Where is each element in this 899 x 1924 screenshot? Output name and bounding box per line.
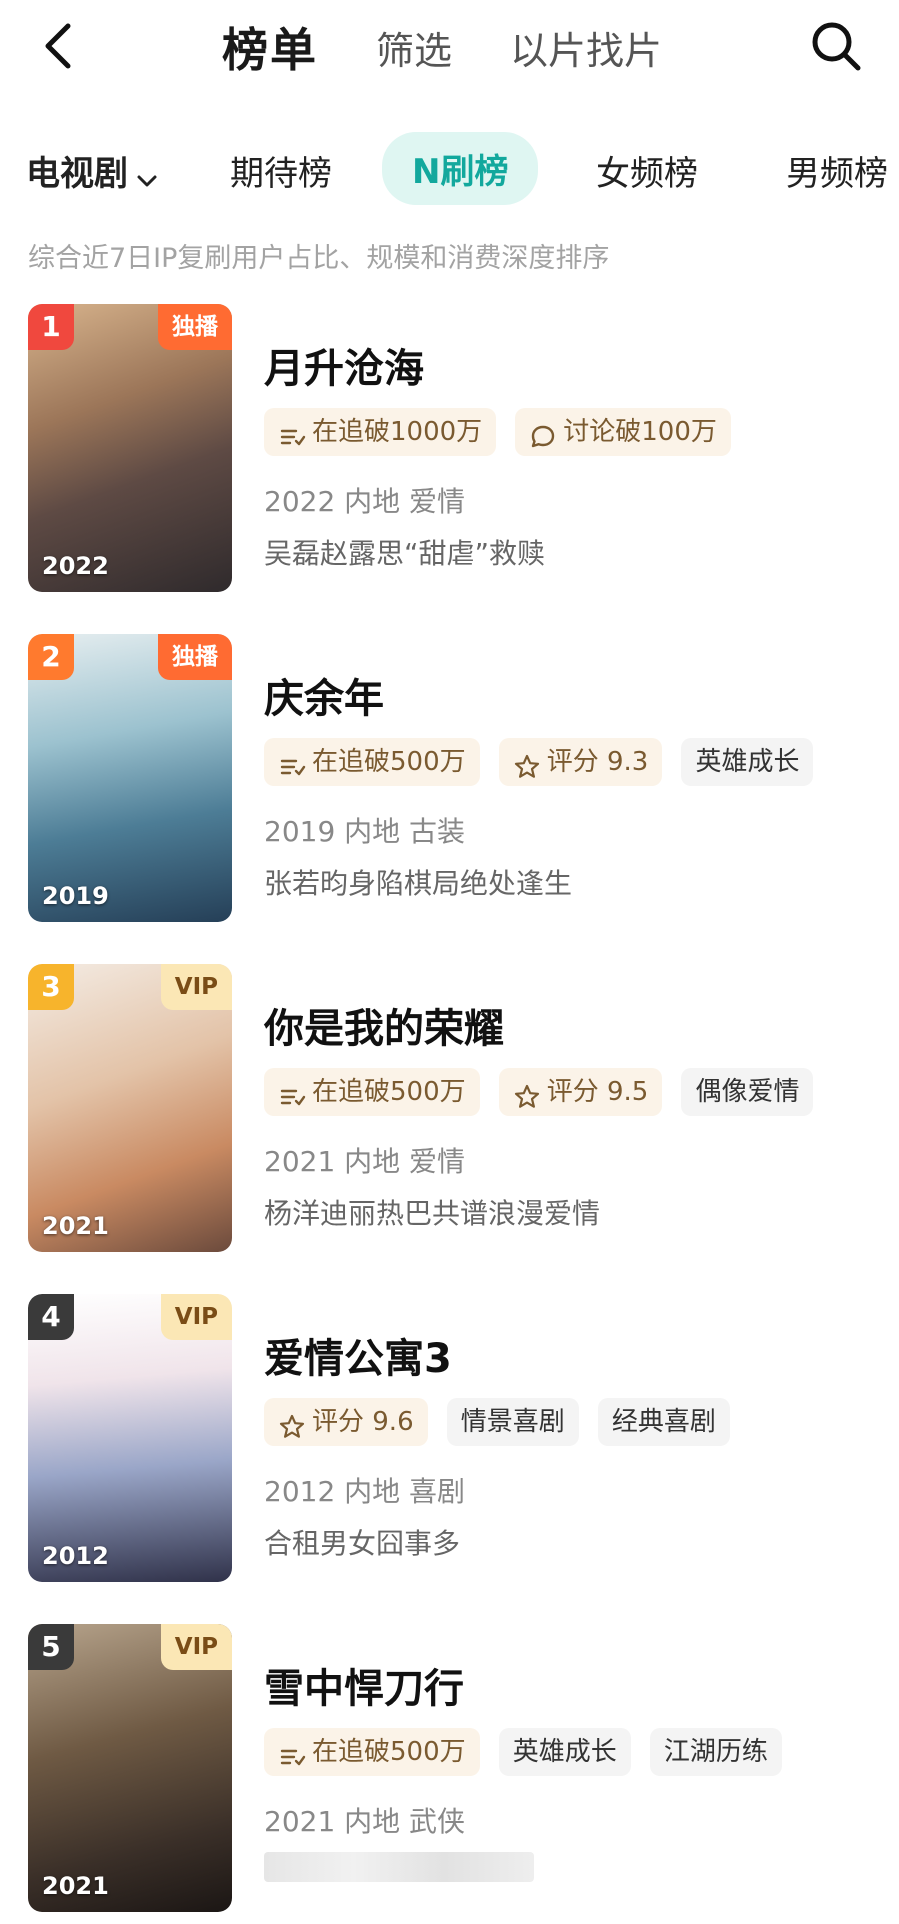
show-blurb: 杨洋迪丽热巴共谱浪漫爱情 [264, 1197, 601, 1230]
star-icon [278, 1409, 306, 1438]
page-title: 榜单 [222, 23, 318, 77]
tag-row: 在追破500万 英雄成长 江湖历练 [264, 1728, 796, 1780]
follow-list-icon [278, 749, 306, 777]
show-title[interactable]: 爱情公寓3 [264, 1326, 452, 1384]
poster[interactable]: 5 VIP 2021 [28, 1624, 232, 1912]
tag-row: 在追破500万 评分 9.5 偶像爱情 [264, 1068, 827, 1120]
search-icon[interactable] [808, 18, 864, 74]
show-meta: 2021 内地 爱情 [264, 1145, 466, 1178]
show-meta: 2019 内地 古装 [264, 815, 466, 848]
blurred-text [264, 1852, 534, 1882]
poster[interactable]: 4 VIP 2012 [28, 1294, 232, 1582]
exclusive-badge: 独播 [158, 634, 232, 680]
follow-list-icon [278, 1079, 306, 1107]
poster[interactable]: 3 VIP 2021 [28, 964, 232, 1252]
tag: 英雄成长 [498, 1728, 631, 1776]
list-item[interactable]: 1 独播 2022 月升沧海 在追破1000万 讨论破100万 2022 内地 … [0, 304, 899, 604]
category-dropdown[interactable]: 电视剧 [26, 146, 160, 195]
find-by-clip-link[interactable]: 以片找片 [510, 20, 662, 75]
show-blurb: 张若昀身陷棋局绝处逢生 [264, 867, 573, 900]
tab-female[interactable]: 女频榜 [596, 146, 698, 195]
show-meta: 2022 内地 爱情 [264, 485, 466, 518]
show-title[interactable]: 雪中悍刀行 [264, 1656, 464, 1714]
ranking-tabs: 电视剧 期待榜 N刷榜 女频榜 男频榜 [0, 120, 899, 216]
tag: 在追破500万 [264, 1728, 480, 1776]
list-item[interactable]: 5 VIP 2021 雪中悍刀行 在追破500万 英雄成长 江湖历练 2021 … [0, 1624, 899, 1924]
follow-list-icon [278, 419, 306, 447]
poster[interactable]: 2 独播 2019 [28, 634, 232, 922]
tag: 在追破500万 [264, 1068, 480, 1116]
tab-male[interactable]: 男频榜 [786, 146, 888, 195]
poster-year: 2021 [42, 1872, 109, 1900]
tag: 评分 9.5 [498, 1068, 663, 1116]
rank-badge: 3 [28, 964, 74, 1010]
category-label: 电视剧 [26, 154, 128, 194]
tag: 评分 9.6 [264, 1398, 428, 1446]
exclusive-badge: 独播 [158, 304, 232, 350]
tag: 英雄成长 [681, 738, 814, 786]
poster-year: 2021 [42, 1212, 109, 1240]
tag: 讨论破100万 [515, 408, 731, 456]
show-title[interactable]: 庆余年 [264, 666, 384, 724]
filter-link[interactable]: 筛选 [376, 20, 452, 75]
tag: 经典喜剧 [597, 1398, 730, 1446]
tag: 评分 9.3 [498, 738, 663, 786]
tag-row: 在追破1000万 讨论破100万 [264, 408, 745, 460]
comment-icon [529, 419, 557, 447]
follow-list-icon [278, 1739, 306, 1767]
tab-anticipated[interactable]: 期待榜 [230, 146, 332, 195]
list-item[interactable]: 2 独播 2019 庆余年 在追破500万 评分 9.3 英雄成长 2019 内… [0, 634, 899, 934]
show-title[interactable]: 月升沧海 [264, 336, 424, 394]
list-item[interactable]: 4 VIP 2012 爱情公寓3 评分 9.6 情景喜剧 经典喜剧 2012 内… [0, 1294, 899, 1594]
tag-row: 在追破500万 评分 9.3 英雄成长 [264, 738, 827, 790]
star-icon [513, 1079, 541, 1108]
tag-row: 评分 9.6 情景喜剧 经典喜剧 [264, 1398, 744, 1450]
top-bar: 榜单 筛选 以片找片 [0, 0, 899, 92]
list-item[interactable]: 3 VIP 2021 你是我的荣耀 在追破500万 评分 9.5 偶像爱情 20… [0, 964, 899, 1264]
show-blurb: 吴磊赵露思“甜虐”救赎 [264, 537, 546, 570]
show-blurb-blurred [264, 1852, 534, 1889]
tab-rewatch[interactable]: N刷榜 [382, 132, 539, 205]
tag: 江湖历练 [649, 1728, 782, 1776]
show-blurb: 合租男女囧事多 [264, 1527, 461, 1560]
vip-badge: VIP [160, 1294, 232, 1340]
show-meta: 2012 内地 喜剧 [264, 1475, 466, 1508]
vip-badge: VIP [160, 964, 232, 1010]
chevron-down-icon [134, 163, 160, 189]
tag: 在追破500万 [264, 738, 480, 786]
poster-year: 2022 [42, 552, 109, 580]
back-arrow-icon[interactable] [36, 18, 86, 74]
poster-year: 2019 [42, 882, 109, 910]
ranking-description: 综合近7日IP复刷用户占比、规模和消费深度排序 [28, 243, 610, 274]
rank-badge: 1 [28, 304, 74, 350]
show-meta: 2021 内地 武侠 [264, 1805, 466, 1838]
tag: 在追破1000万 [264, 408, 497, 456]
show-title[interactable]: 你是我的荣耀 [264, 996, 504, 1054]
rank-badge: 4 [28, 1294, 74, 1340]
rank-badge: 2 [28, 634, 74, 680]
vip-badge: VIP [160, 1624, 232, 1670]
tag: 偶像爱情 [681, 1068, 814, 1116]
rank-badge: 5 [28, 1624, 74, 1670]
tag: 情景喜剧 [446, 1398, 579, 1446]
poster-year: 2012 [42, 1542, 109, 1570]
poster[interactable]: 1 独播 2022 [28, 304, 232, 592]
star-icon [513, 749, 541, 778]
